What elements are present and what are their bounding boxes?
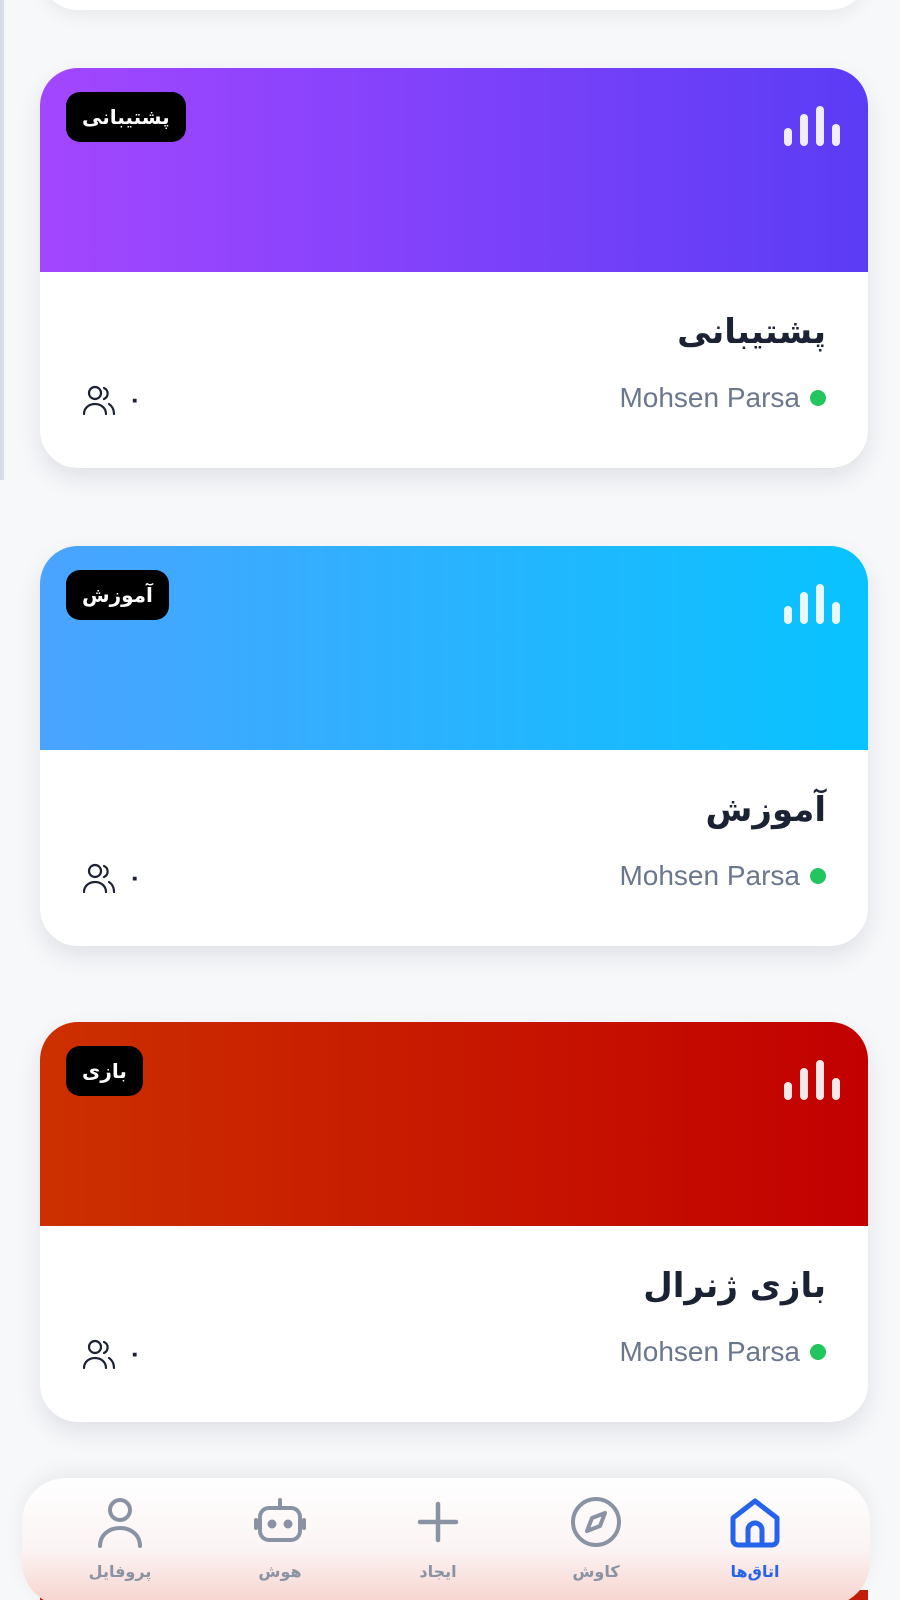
member-count-value: ۰ (128, 1341, 142, 1367)
bottom-navigation: پروفایل هوش ایجاد کاوش (22, 1478, 870, 1600)
audio-level-icon (784, 584, 840, 624)
nav-label: اتاق‌ها (730, 1562, 780, 1581)
owner-row: Mohsen Parsa (619, 1336, 826, 1368)
nav-rooms[interactable]: اتاق‌ها (690, 1478, 820, 1600)
member-count: ۰ (82, 384, 141, 416)
compass-icon (571, 1497, 621, 1547)
room-card-game[interactable]: بازی بازی ژنرال Mohsen Parsa ۰ (40, 1022, 868, 1422)
nav-label: پروفایل (88, 1562, 152, 1581)
nav-create[interactable]: ایجاد (373, 1478, 503, 1600)
room-banner: آموزش (40, 546, 868, 750)
category-badge: آموزش (66, 570, 169, 620)
room-card-body: پشتیبانی Mohsen Parsa ۰ (40, 272, 868, 468)
home-icon (730, 1498, 780, 1548)
category-badge: پشتیبانی (66, 92, 186, 142)
room-card-body: بازی ژنرال Mohsen Parsa ۰ (40, 1226, 868, 1422)
owner-name: Mohsen Parsa (619, 1336, 800, 1367)
robot-icon (254, 1498, 306, 1542)
nav-label: کاوش (572, 1562, 620, 1581)
nav-ai[interactable]: هوش (215, 1478, 345, 1600)
room-title: پشتیبانی (677, 312, 826, 352)
users-icon (82, 863, 116, 894)
online-status-dot (810, 390, 826, 406)
audio-level-icon (784, 1060, 840, 1100)
owner-row: Mohsen Parsa (619, 860, 826, 892)
users-icon (82, 1339, 116, 1370)
member-count-value: ۰ (128, 865, 142, 891)
previous-card-edge (40, 0, 868, 10)
user-icon (98, 1498, 142, 1548)
audio-level-icon (784, 106, 840, 146)
category-badge: بازی (66, 1046, 143, 1096)
owner-row: Mohsen Parsa (619, 382, 826, 414)
owner-name: Mohsen Parsa (619, 382, 800, 413)
users-icon (82, 385, 116, 416)
room-card-education[interactable]: آموزش آموزش Mohsen Parsa ۰ (40, 546, 868, 946)
scroll-edge (0, 0, 4, 480)
room-title: بازی ژنرال (643, 1266, 826, 1306)
room-banner: بازی (40, 1022, 868, 1226)
online-status-dot (810, 868, 826, 884)
room-card-body: آموزش Mohsen Parsa ۰ (40, 750, 868, 946)
nav-label: هوش (258, 1562, 302, 1581)
nav-profile[interactable]: پروفایل (55, 1478, 185, 1600)
member-count: ۰ (82, 1338, 141, 1370)
nav-explore[interactable]: کاوش (531, 1478, 661, 1600)
owner-name: Mohsen Parsa (619, 860, 800, 891)
member-count: ۰ (82, 862, 141, 894)
room-banner: پشتیبانی (40, 68, 868, 272)
room-card-support[interactable]: پشتیبانی پشتیبانی Mohsen Parsa ۰ (40, 68, 868, 468)
online-status-dot (810, 1344, 826, 1360)
room-title: آموزش (705, 790, 826, 830)
rooms-screen: پشتیبانی پشتیبانی Mohsen Parsa ۰ آموزش آ… (0, 0, 900, 1600)
member-count-value: ۰ (128, 387, 142, 413)
nav-label: ایجاد (419, 1562, 457, 1581)
plus-icon (417, 1501, 459, 1543)
